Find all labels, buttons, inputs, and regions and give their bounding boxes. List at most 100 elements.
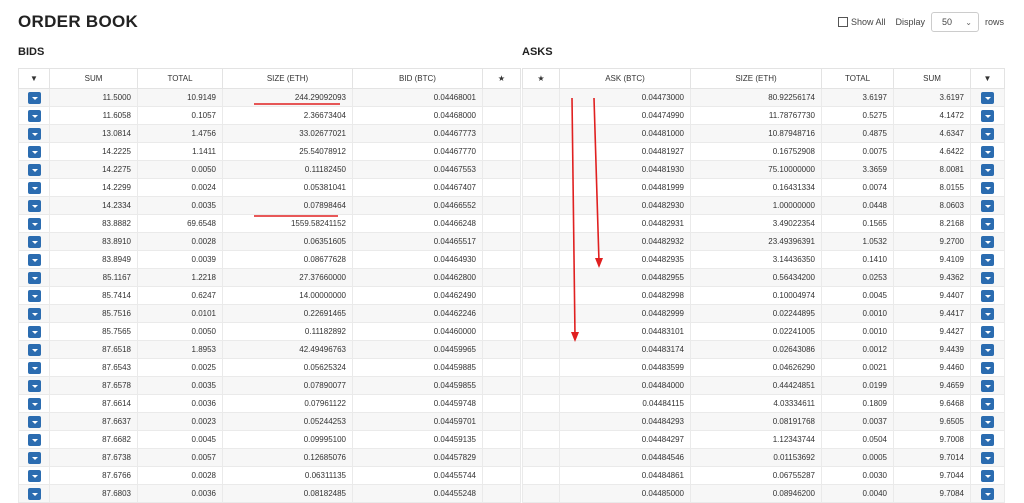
row-dropdown-button[interactable] [27,199,41,212]
row-dropdown-button[interactable] [27,235,41,248]
row-star-cell[interactable] [522,430,560,449]
row-star-cell[interactable] [482,106,521,125]
row-star-cell[interactable] [482,160,521,179]
show-all-toggle[interactable]: Show All [837,17,885,27]
row-star-cell[interactable] [522,232,560,251]
row-star-cell[interactable] [482,268,521,287]
row-dropdown-button[interactable] [27,379,41,392]
row-star-cell[interactable] [482,358,521,377]
row-star-cell[interactable] [482,142,521,161]
rows-select[interactable]: 50 ⌄ [930,12,979,32]
row-star-cell[interactable] [482,412,521,431]
row-dropdown-button[interactable] [27,145,41,158]
row-star-cell[interactable] [522,268,560,287]
row-dropdown-button[interactable] [981,127,994,140]
row-star-cell[interactable] [482,250,521,269]
row-dropdown-button[interactable] [27,307,41,320]
row-dropdown-button[interactable] [981,145,994,158]
row-dropdown-button[interactable] [981,199,994,212]
row-dropdown-button[interactable] [981,433,994,446]
row-star-cell[interactable] [482,286,521,305]
row-star-cell[interactable] [482,340,521,359]
row-star-cell[interactable] [482,448,521,467]
row-dropdown-button[interactable] [981,307,994,320]
row-star-cell[interactable] [522,412,560,431]
row-star-cell[interactable] [522,106,560,125]
row-star-cell[interactable] [522,448,560,467]
row-star-cell[interactable] [482,430,521,449]
row-star-cell[interactable] [482,376,521,395]
row-star-cell[interactable] [482,322,521,341]
row-star-cell[interactable] [522,394,560,413]
row-star-cell[interactable] [522,484,560,503]
row-star-cell[interactable] [522,214,560,233]
row-dropdown-button[interactable] [27,253,41,266]
row-star-cell[interactable] [522,142,560,161]
row-star-cell[interactable] [482,232,521,251]
asks-col-header[interactable]: ▼ [970,68,1005,89]
row-dropdown-button[interactable] [27,91,41,104]
row-star-cell[interactable] [522,286,560,305]
row-dropdown-button[interactable] [981,397,994,410]
row-dropdown-button[interactable] [27,397,41,410]
row-dropdown-button[interactable] [27,289,41,302]
row-star-cell[interactable] [482,196,521,215]
row-star-cell[interactable] [482,394,521,413]
row-dropdown-button[interactable] [981,271,994,284]
row-star-cell[interactable] [482,214,521,233]
row-dropdown-button[interactable] [27,487,41,500]
row-star-cell[interactable] [522,322,560,341]
row-dropdown-button[interactable] [981,235,994,248]
row-star-cell[interactable] [522,340,560,359]
bids-col-header[interactable]: ★ [482,68,521,89]
row-dropdown-button[interactable] [981,451,994,464]
row-dropdown-button[interactable] [27,361,41,374]
row-dropdown-button[interactable] [27,109,41,122]
row-dropdown-button[interactable] [981,325,994,338]
row-dropdown-button[interactable] [27,343,41,356]
row-dropdown-button[interactable] [981,415,994,428]
row-dropdown-button[interactable] [27,469,41,482]
row-star-cell[interactable] [522,160,560,179]
row-star-cell[interactable] [482,466,521,485]
row-star-cell[interactable] [482,88,521,107]
row-star-cell[interactable] [482,484,521,503]
row-star-cell[interactable] [482,304,521,323]
row-dropdown-button[interactable] [981,379,994,392]
row-star-cell[interactable] [482,124,521,143]
row-dropdown-button[interactable] [981,487,994,500]
row-star-cell[interactable] [482,178,521,197]
row-dropdown-button[interactable] [27,415,41,428]
row-dropdown-button[interactable] [27,451,41,464]
row-dropdown-button[interactable] [981,217,994,230]
row-dropdown-button[interactable] [981,91,994,104]
row-dropdown-button[interactable] [27,181,41,194]
row-star-cell[interactable] [522,196,560,215]
row-star-cell[interactable] [522,124,560,143]
row-star-cell[interactable] [522,304,560,323]
row-dropdown-button[interactable] [27,127,41,140]
row-dropdown-button[interactable] [981,163,994,176]
row-dropdown-button[interactable] [981,289,994,302]
row-star-cell[interactable] [522,376,560,395]
row-dropdown-button[interactable] [981,109,994,122]
row-dropdown-button[interactable] [27,163,41,176]
row-dropdown-button[interactable] [981,253,994,266]
row-dropdown-button[interactable] [27,325,41,338]
row-dropdown-button[interactable] [981,343,994,356]
row-star-cell[interactable] [522,178,560,197]
asks-col-header[interactable]: ★ [522,68,560,89]
show-all-checkbox[interactable] [837,17,848,27]
row-dropdown-button[interactable] [27,271,41,284]
row-dropdown-button[interactable] [981,361,994,374]
row-dropdown-button[interactable] [27,217,41,230]
row-star-cell[interactable] [522,358,560,377]
bids-col-header[interactable]: ▼ [18,68,50,89]
row-dropdown-button[interactable] [981,181,994,194]
row-star-cell[interactable] [522,250,560,269]
row-star-cell[interactable] [522,466,560,485]
row-star-cell[interactable] [522,88,560,107]
row-dropdown-button[interactable] [27,433,41,446]
bids-cell: 85.7414 [49,286,138,305]
row-dropdown-button[interactable] [981,469,994,482]
